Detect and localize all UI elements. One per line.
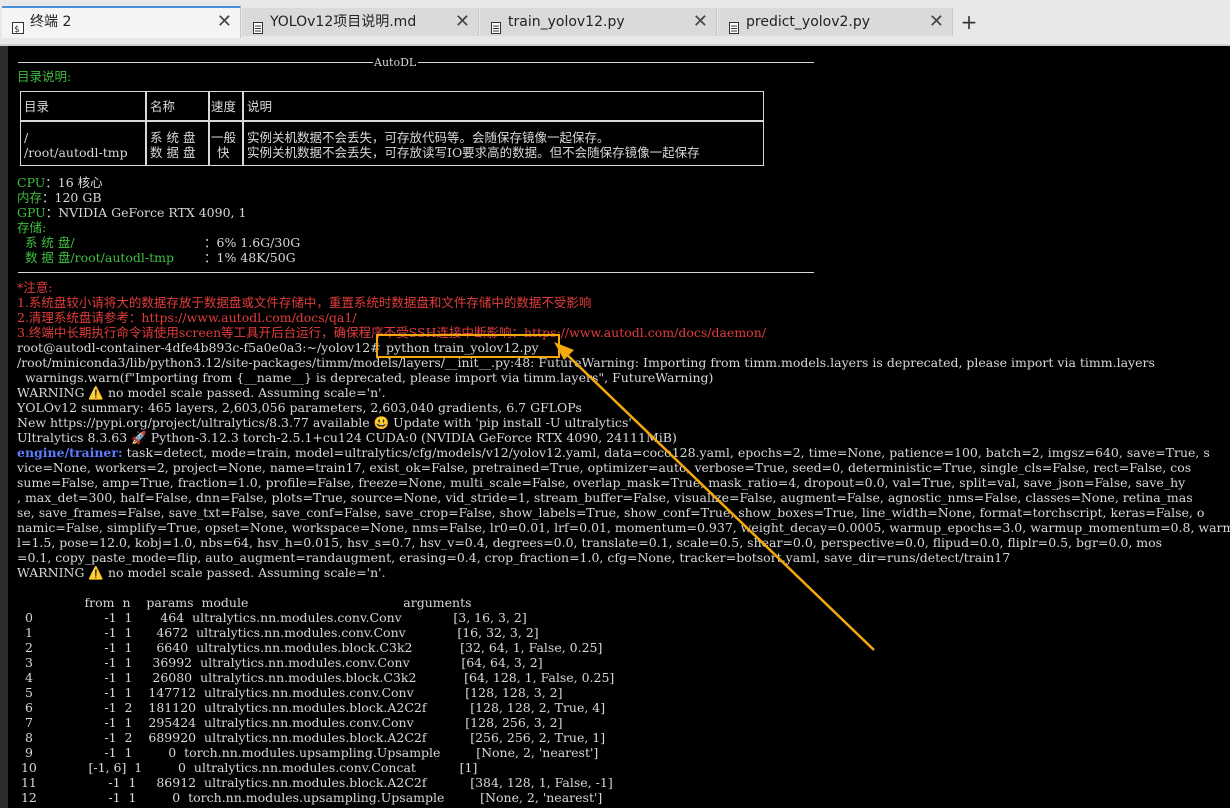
tab-predict-yolov2[interactable]: predict_yolov2.py ✕ <box>718 8 953 36</box>
tab-terminal-2[interactable]: $ 终端 2 ✕ <box>2 6 241 38</box>
document-icon <box>728 16 740 34</box>
tab-bar: $ 终端 2 ✕ YOLOv12项目说明.md ✕ train_yolov12.… <box>0 0 1230 44</box>
close-icon[interactable]: ✕ <box>217 8 232 36</box>
close-icon[interactable]: ✕ <box>455 8 470 36</box>
close-icon[interactable]: ✕ <box>929 8 944 36</box>
tab-yolov12-readme[interactable]: YOLOv12项目说明.md ✕ <box>242 8 479 36</box>
tab-label: YOLOv12项目说明.md <box>270 14 417 30</box>
terminal-icon: $ <box>12 16 24 35</box>
terminal-output[interactable]: AutoDL 目录说明: 目录 名称 速度 说明 / /root/autodl-… <box>8 46 1230 808</box>
document-icon <box>490 16 502 34</box>
tab-train-yolov12[interactable]: train_yolov12.py ✕ <box>480 8 717 36</box>
tab-label: train_yolov12.py <box>508 14 625 30</box>
document-icon <box>252 16 264 34</box>
tab-label: 终端 2 <box>30 14 72 30</box>
tab-label: predict_yolov2.py <box>746 14 871 30</box>
new-tab-button[interactable]: + <box>958 8 980 36</box>
svg-text:$: $ <box>14 25 19 34</box>
close-icon[interactable]: ✕ <box>693 8 708 36</box>
annotation-arrow <box>554 342 875 651</box>
